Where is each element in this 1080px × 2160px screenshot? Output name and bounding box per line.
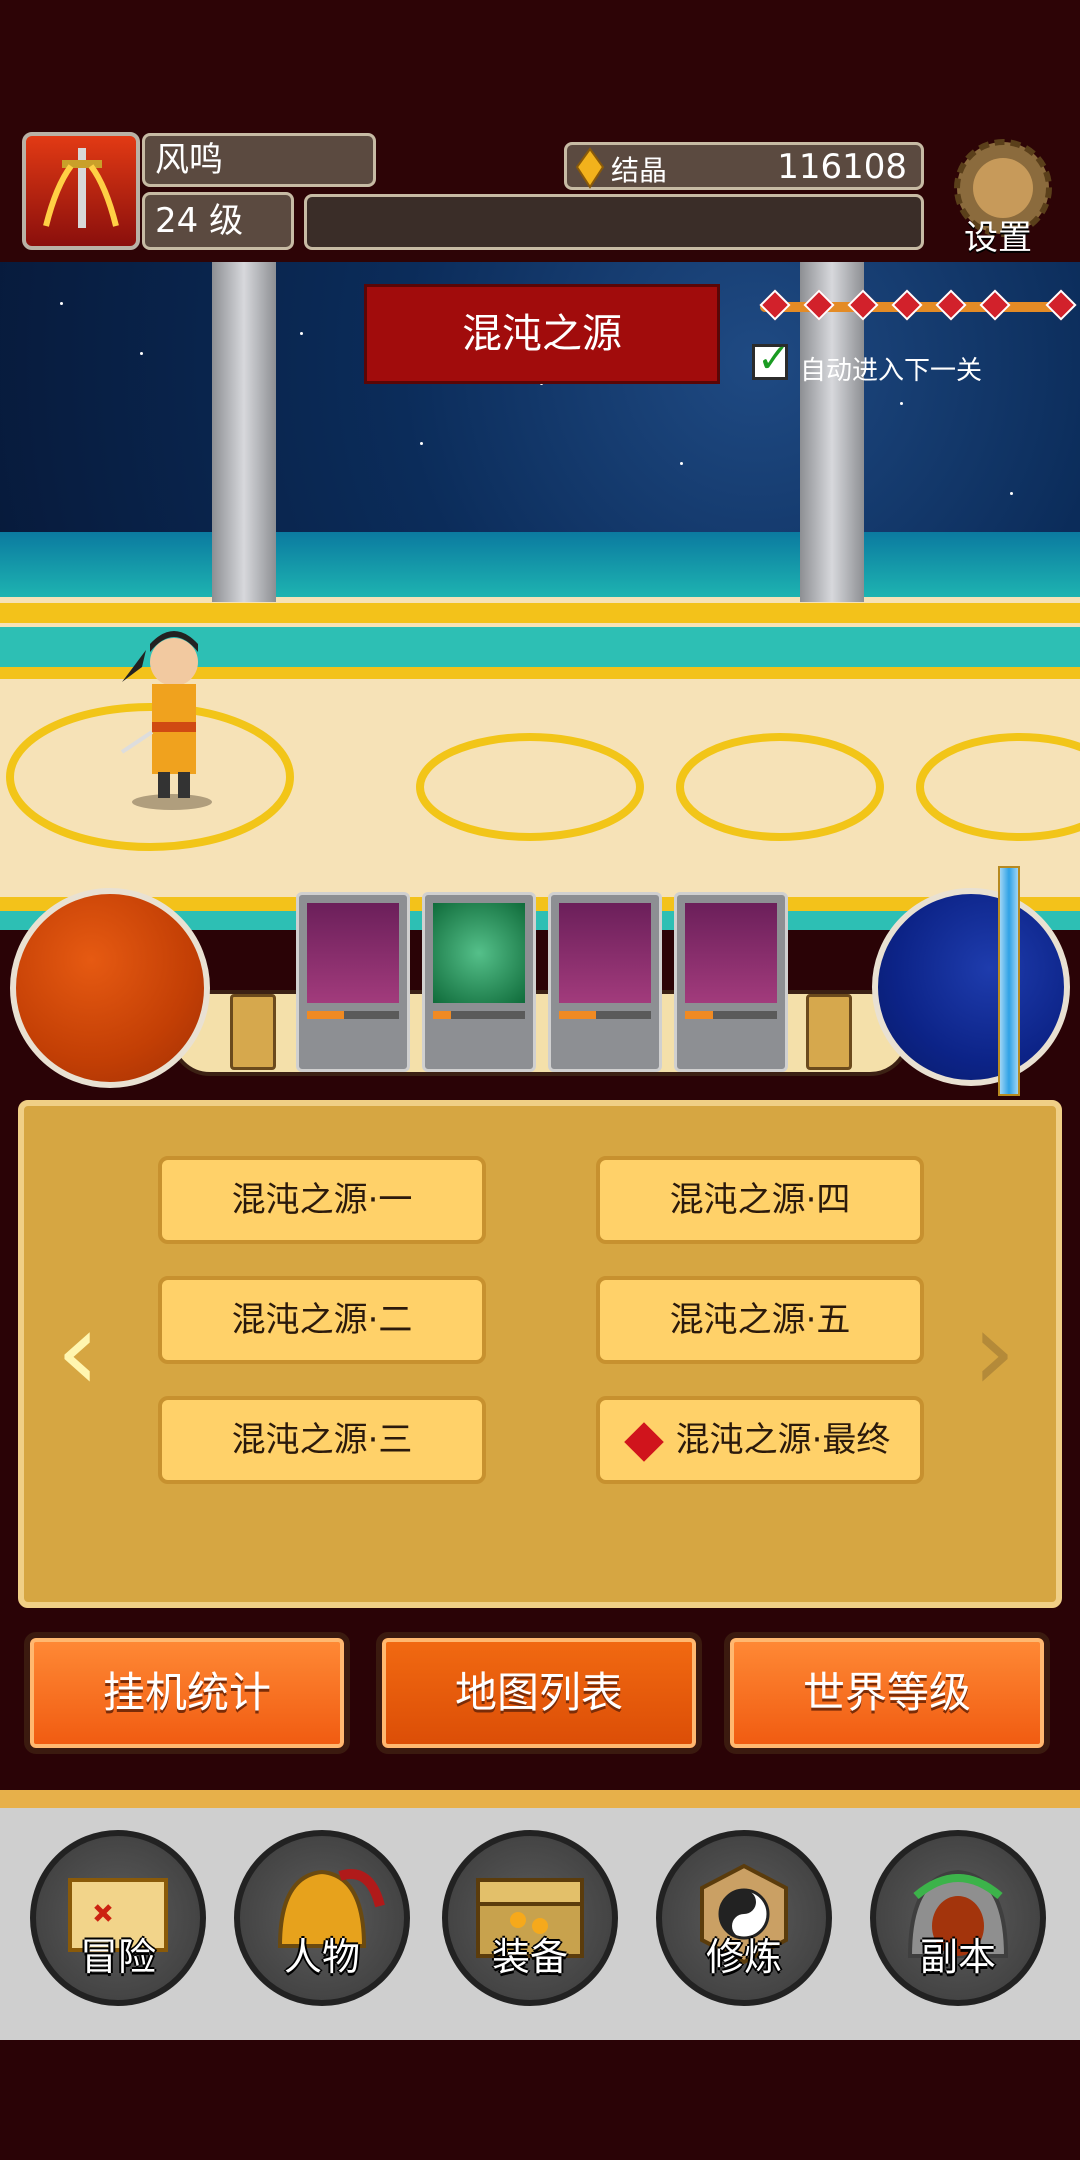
prev-page-arrow-icon[interactable]: ‹ <box>56 1296 106 1416</box>
skill-icon <box>559 903 651 1003</box>
card-deck-right <box>806 994 852 1070</box>
tab-map-list[interactable]: 地图列表 <box>376 1632 702 1754</box>
skill-track <box>170 990 910 1076</box>
stage-title-banner: 混沌之源 <box>364 284 720 384</box>
crystal-label: 结晶 <box>611 154 668 187</box>
sea-band <box>0 532 1080 602</box>
nav-label: 冒险 <box>79 1935 156 1979</box>
card-deck-left <box>230 994 276 1070</box>
skill-slot[interactable] <box>548 892 662 1072</box>
next-page-arrow-icon[interactable]: › <box>972 1296 1022 1416</box>
map-item[interactable]: 混沌之源·五 <box>596 1276 924 1364</box>
skill-slot[interactable] <box>296 892 410 1072</box>
boss-diamond-icon <box>623 1421 664 1462</box>
skill-icon <box>685 903 777 1003</box>
battle-scene: 混沌之源 ✓ 自动进入下一关 <box>0 262 1080 930</box>
check-icon: ✓ <box>757 336 791 382</box>
map-item[interactable]: 混沌之源·一 <box>158 1156 486 1244</box>
nav-label: 副本 <box>919 1935 996 1979</box>
tab-idle-stats[interactable]: 挂机统计 <box>24 1632 350 1754</box>
auto-next-checkbox[interactable]: ✓ <box>752 339 791 380</box>
map-item[interactable]: 混沌之源·二 <box>158 1276 486 1364</box>
nav-label: 修炼 <box>705 1935 782 1979</box>
nav-label: 人物 <box>283 1935 360 1979</box>
skill-cooldown-bar <box>433 1011 525 1019</box>
exp-bar <box>304 194 924 250</box>
settings-label: 设置 <box>964 218 1032 258</box>
player-level: 24 级 <box>142 192 294 250</box>
nav-label: 装备 <box>491 1935 568 1979</box>
auto-next-label: 自动进入下一关 <box>800 356 983 386</box>
map-item-label: 混沌之源·最终 <box>675 1420 891 1460</box>
skill-slot[interactable] <box>422 892 536 1072</box>
stage-progress <box>759 289 1077 321</box>
player-name: 风鸣 <box>142 133 376 187</box>
hp-orb <box>10 888 210 1088</box>
crystal-counter: 结晶 116108 <box>564 142 924 190</box>
hero-character <box>120 631 212 810</box>
map-item[interactable]: 混沌之源·四 <box>596 1156 924 1244</box>
skill-slot[interactable] <box>674 892 788 1072</box>
sword-avatar-icon <box>43 148 119 228</box>
map-item[interactable]: 混沌之源·三 <box>158 1396 486 1484</box>
crystal-icon <box>575 147 605 189</box>
skill-icon <box>307 903 399 1003</box>
crystal-value: 116108 <box>777 147 907 187</box>
map-item-final[interactable]: 混沌之源·最终 <box>596 1396 924 1484</box>
skill-cooldown-bar <box>685 1011 777 1019</box>
avatar[interactable] <box>22 132 140 250</box>
sword-gauge <box>998 866 1020 1096</box>
pillar-left <box>212 262 276 602</box>
mp-orb <box>872 888 1070 1086</box>
tab-world-level[interactable]: 世界等级 <box>724 1632 1050 1754</box>
skill-cooldown-bar <box>307 1011 399 1019</box>
skill-cooldown-bar <box>559 1011 651 1019</box>
potion-icon <box>433 903 525 1003</box>
bottom-strip <box>0 2040 1080 2160</box>
pillar-right <box>800 262 864 602</box>
